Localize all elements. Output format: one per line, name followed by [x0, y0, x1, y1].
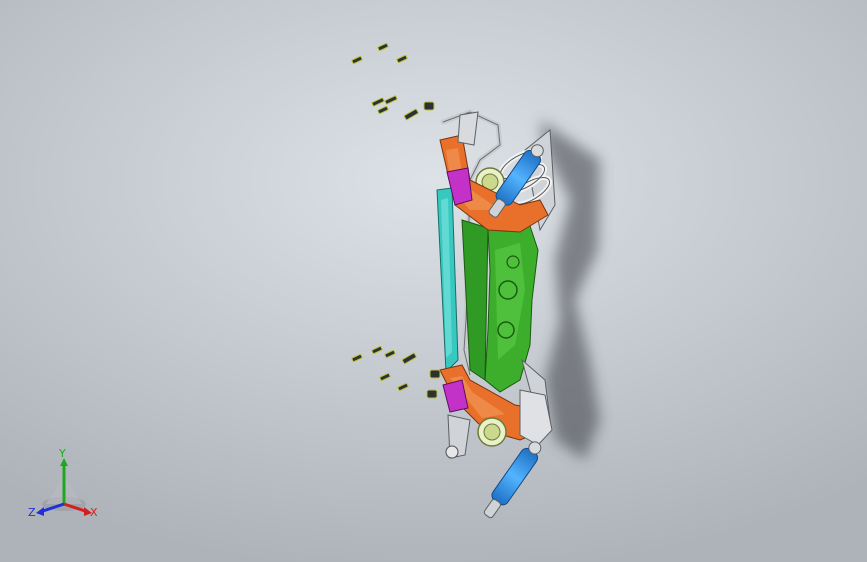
triad-z-label: Z — [28, 506, 36, 519]
bottom-shock-absorber — [483, 441, 542, 519]
orientation-triad: Y X Z — [28, 447, 98, 519]
top-fasteners — [351, 42, 435, 121]
graphics-viewport[interactable]: Y X Z — [0, 0, 867, 562]
suspension-assembly-model[interactable] — [0, 0, 867, 562]
left-cyan-rail — [436, 187, 459, 374]
bottom-bearing-ring — [477, 417, 507, 447]
triad-z-arrow-icon — [36, 507, 44, 516]
triad-y-label: Y — [58, 447, 66, 460]
bottom-fasteners — [351, 345, 441, 399]
triad-x-label: X — [90, 506, 98, 519]
